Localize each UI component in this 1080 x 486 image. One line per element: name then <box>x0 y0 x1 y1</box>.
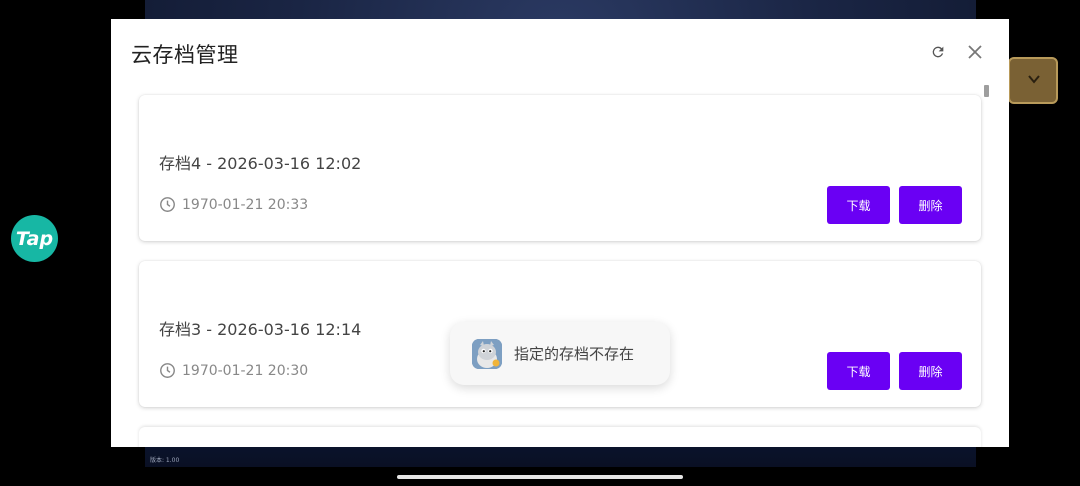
mascot-avatar-icon <box>472 338 502 369</box>
toast-message: 指定的存档不存在 <box>514 345 635 363</box>
close-icon <box>968 45 982 59</box>
delete-button[interactable]: 删除 <box>899 352 962 390</box>
save-card-partial <box>139 427 981 447</box>
taptap-floating-button[interactable]: Tap <box>11 215 58 262</box>
save-title: 存档4 - 2026-03-16 12:02 <box>159 154 362 173</box>
dialog-title: 云存档管理 <box>131 43 239 67</box>
delete-button[interactable]: 删除 <box>899 186 962 224</box>
refresh-button[interactable] <box>927 41 949 63</box>
home-indicator[interactable] <box>397 475 683 479</box>
refresh-icon <box>932 46 944 58</box>
close-button[interactable] <box>964 41 986 63</box>
save-time-row: 1970-01-21 20:33 <box>159 196 308 213</box>
chevron-down-icon <box>1028 75 1040 84</box>
screen: 版本: 1.00 Tap 云存档管理 存档4 - 2026-03-16 12:0… <box>0 0 1080 486</box>
save-title: 存档3 - 2026-03-16 12:14 <box>159 320 362 339</box>
save-list: 存档4 - 2026-03-16 12:02 1970-01-21 20:33 … <box>139 95 981 447</box>
clock-icon <box>160 197 175 212</box>
save-time-row: 1970-01-21 20:30 <box>159 362 308 379</box>
save-time: 1970-01-21 20:33 <box>182 196 309 213</box>
download-button[interactable]: 下载 <box>827 352 890 390</box>
save-time: 1970-01-21 20:30 <box>182 362 309 379</box>
version-label: 版本: 1.00 <box>150 457 180 464</box>
tap-logo-text: Tap <box>15 227 54 250</box>
clock-icon <box>160 363 175 378</box>
game-dropdown-button[interactable] <box>1008 57 1058 104</box>
save-card: 存档4 - 2026-03-16 12:02 1970-01-21 20:33 … <box>139 95 981 241</box>
scrollbar-thumb[interactable] <box>984 85 989 97</box>
download-button[interactable]: 下载 <box>827 186 890 224</box>
toast-notification: 指定的存档不存在 <box>450 322 670 385</box>
